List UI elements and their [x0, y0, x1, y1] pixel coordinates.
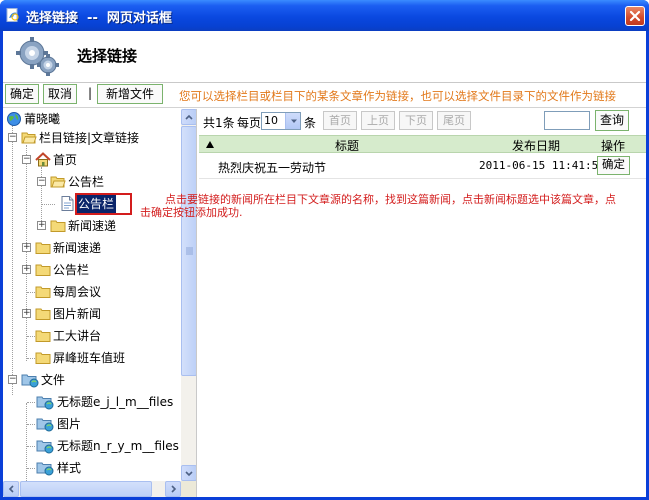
toolbar-divider [3, 107, 646, 108]
scroll-left-button[interactable] [3, 481, 19, 497]
tree-line [42, 204, 55, 205]
scroll-up-button[interactable] [181, 109, 196, 125]
network-folder-icon [36, 440, 54, 454]
dropdown-arrow[interactable] [285, 113, 300, 129]
tree-line [27, 292, 35, 293]
table-row[interactable]: 热烈庆祝五一劳动节 2011-06-15 11:41:56 确定 [199, 154, 646, 179]
globe-icon [7, 112, 21, 126]
article-list-panel: 共1条 每页 10 条 首页 上页 下页 尾页 查询 标题 发布日期 操作 热烈… [199, 109, 646, 497]
home-icon [35, 152, 51, 167]
next-page-button[interactable]: 下页 [399, 111, 433, 130]
grip-icon [186, 247, 193, 255]
tree-line [26, 403, 27, 481]
expand-icon: + [22, 264, 31, 274]
annotation-line-1: 点击要链接的新闻所在栏目下文章源的名称，找到这篇新闻，点击新闻标题选中该篇文章，… [165, 193, 616, 206]
tree-line [27, 446, 35, 447]
folder-icon [35, 264, 51, 276]
dialog-banner: 选择链接 [3, 31, 646, 83]
toolbar-hint: 您可以选择栏目或栏目下的某条文章作为链接，也可以选择文件目录下的文件作为链接 [179, 89, 616, 103]
network-folder-icon [36, 418, 54, 432]
confirm-button[interactable]: 确定 [5, 84, 39, 104]
scroll-thumb-horizontal[interactable] [20, 481, 152, 497]
scroll-down-button[interactable] [181, 465, 196, 481]
pager: 共1条 每页 10 条 首页 上页 下页 尾页 查询 [199, 109, 646, 133]
sort-up-icon[interactable] [206, 141, 214, 148]
scroll-thumb[interactable] [181, 126, 196, 376]
document-icon [61, 196, 74, 211]
row-date: 2011-06-15 11:41:56 [479, 159, 605, 172]
row-title[interactable]: 热烈庆祝五一劳动节 [218, 159, 326, 176]
scroll-right-button[interactable] [165, 481, 181, 497]
close-button[interactable] [625, 6, 645, 26]
last-page-button[interactable]: 尾页 [437, 111, 471, 130]
title-bar[interactable]: 选择链接 -- 网页对话框 [0, 0, 649, 31]
chevron-up-icon [185, 114, 193, 120]
table-header: 标题 发布日期 操作 [199, 135, 646, 153]
expand-icon: + [22, 242, 31, 252]
column-title: 标题 [335, 139, 360, 153]
tree-horizontal-scrollbar[interactable] [3, 481, 181, 497]
tree-line [27, 358, 35, 359]
chevron-down-icon [291, 119, 297, 123]
toolbar-separator: | [88, 86, 93, 100]
dialog-client-area: 选择链接 确定 取消 | 新增文件 您可以选择栏目或栏目下的某条文章作为链接，也… [3, 31, 646, 497]
network-folder-icon [36, 396, 54, 410]
column-date: 发布日期 [512, 139, 561, 153]
folder-icon [50, 220, 66, 232]
collapse-icon: − [8, 132, 17, 142]
window-title: 选择链接 -- 网页对话框 [26, 11, 172, 26]
collapse-icon: − [8, 374, 17, 384]
collapse-icon: − [37, 176, 46, 186]
ie-page-icon [6, 8, 19, 22]
chevron-left-icon [8, 485, 14, 493]
first-page-button[interactable]: 首页 [323, 111, 357, 130]
annotation-line-2: 击确定按钮添加成功. [140, 206, 243, 219]
gears-icon [16, 37, 59, 76]
row-confirm-button[interactable]: 确定 [597, 156, 630, 175]
search-button[interactable]: 查询 [595, 110, 629, 131]
chevron-down-icon [185, 471, 193, 477]
toolbar: 确定 取消 | 新增文件 您可以选择栏目或栏目下的某条文章作为链接，也可以选择文… [3, 84, 646, 106]
network-folder-icon [36, 462, 54, 476]
tree-line [12, 125, 13, 395]
network-folder-icon [21, 374, 39, 388]
tree-vertical-scrollbar[interactable] [181, 109, 196, 481]
collapse-icon: − [22, 154, 31, 164]
total-count: 共1条 [203, 116, 235, 130]
folder-icon [35, 242, 51, 254]
tree-line [26, 145, 27, 361]
close-icon [629, 10, 641, 22]
tree-line [27, 468, 35, 469]
folder-open-icon [21, 132, 37, 144]
scrollbar-corner [181, 481, 196, 497]
per-page-unit: 条 [304, 116, 317, 130]
chevron-right-icon [171, 485, 177, 493]
selection-highlight-box [75, 193, 132, 215]
expand-icon: + [37, 220, 46, 230]
folder-icon [35, 330, 51, 342]
per-page-select[interactable]: 10 [261, 112, 301, 130]
new-file-button[interactable]: 新增文件 [97, 84, 163, 104]
banner-title: 选择链接 [77, 47, 138, 65]
cancel-button[interactable]: 取消 [43, 84, 77, 104]
tree-line [27, 424, 35, 425]
tree-line [27, 402, 35, 403]
folder-open-icon [50, 176, 66, 188]
tree-panel: 莆晓曦 − 栏目链接|文章链接 − 首页 − 公告栏 公告栏 + 新闻速递 + … [3, 109, 197, 497]
search-input[interactable] [544, 111, 590, 130]
folder-icon [35, 308, 51, 320]
expand-icon: + [22, 308, 31, 318]
folder-icon [35, 352, 51, 364]
tree-view[interactable]: 莆晓曦 − 栏目链接|文章链接 − 首页 − 公告栏 公告栏 + 新闻速递 + … [3, 109, 181, 481]
per-page-label: 每页 [237, 116, 262, 130]
dialog-window: 选择链接 -- 网页对话框 选择链接 确定 取消 | 新增文件 您可以选择栏目或… [0, 0, 649, 500]
folder-icon [35, 286, 51, 298]
column-action: 操作 [601, 139, 626, 153]
prev-page-button[interactable]: 上页 [361, 111, 395, 130]
tree-line [27, 336, 35, 337]
